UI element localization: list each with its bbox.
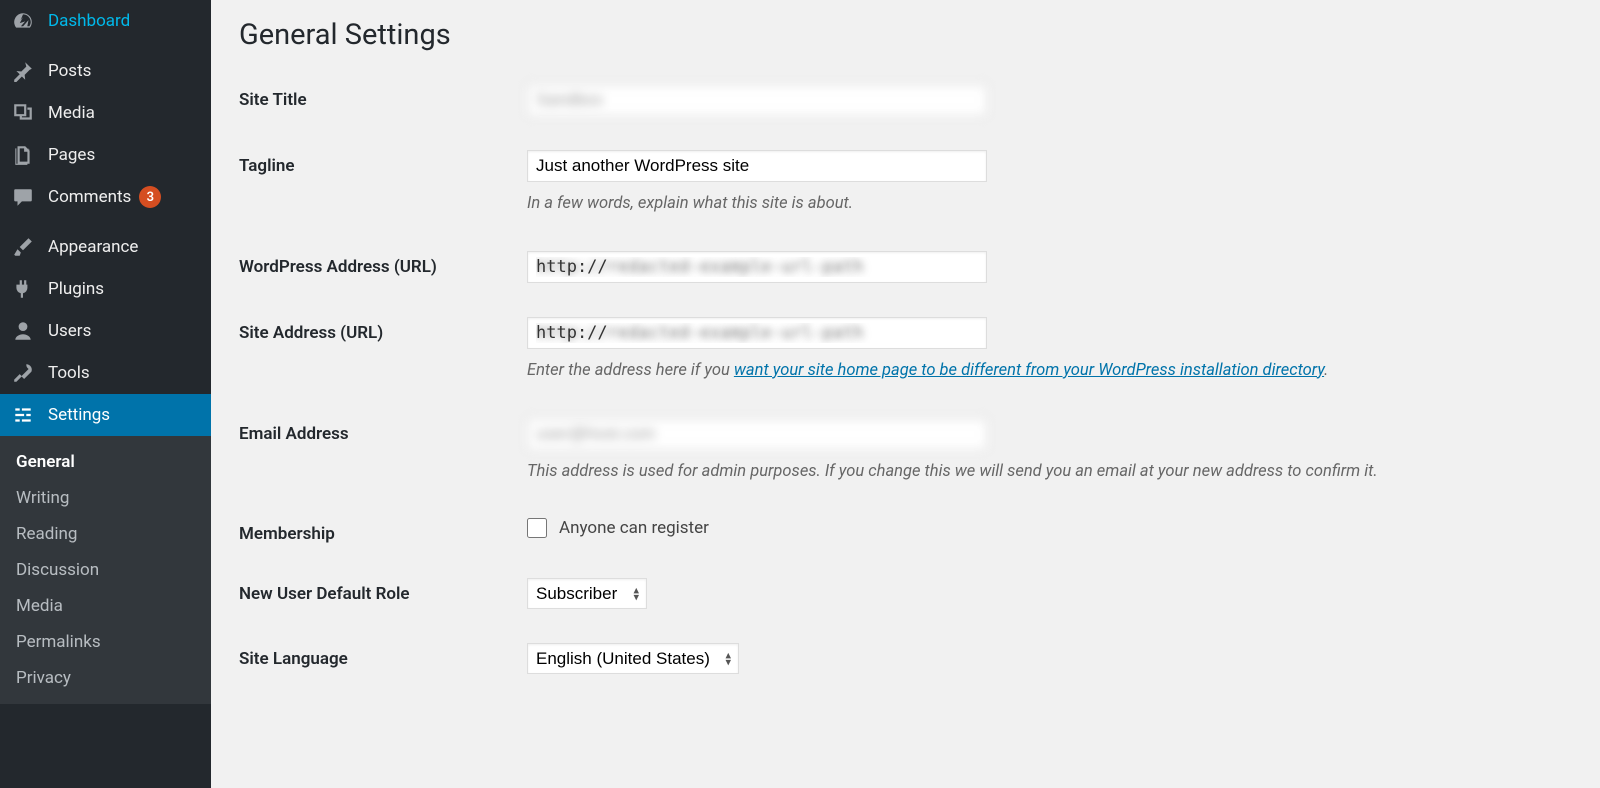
label-default-role: New User Default Role bbox=[239, 578, 527, 604]
row-site-title: Site Title Sandbox bbox=[239, 84, 1572, 116]
comment-icon bbox=[12, 186, 34, 208]
sidebar-item-plugins[interactable]: Plugins bbox=[0, 268, 211, 310]
sidebar-label: Posts bbox=[48, 61, 91, 81]
site-url-help: Enter the address here if you want your … bbox=[527, 359, 1572, 384]
label-tagline: Tagline bbox=[239, 150, 527, 176]
row-wp-url: WordPress Address (URL) http://http://re… bbox=[239, 251, 1572, 283]
settings-submenu: General Writing Reading Discussion Media… bbox=[0, 436, 211, 704]
plug-icon bbox=[12, 278, 34, 300]
page-title: General Settings bbox=[239, 18, 1572, 52]
email-input[interactable] bbox=[527, 418, 987, 450]
default-role-select[interactable]: Subscriber bbox=[527, 578, 647, 609]
wp-url-input[interactable] bbox=[527, 251, 987, 283]
submenu-item-permalinks[interactable]: Permalinks bbox=[0, 624, 211, 660]
wrench-icon bbox=[12, 362, 34, 384]
sidebar-item-pages[interactable]: Pages bbox=[0, 134, 211, 176]
sidebar-label: Appearance bbox=[48, 237, 138, 257]
row-site-url: Site Address (URL) http://http://redacte… bbox=[239, 317, 1572, 384]
label-site-language: Site Language bbox=[239, 643, 527, 669]
submenu-item-general[interactable]: General bbox=[0, 444, 211, 480]
row-site-language: Site Language English (United States) ▴▾ bbox=[239, 643, 1572, 674]
label-membership: Membership bbox=[239, 518, 527, 544]
sidebar-label: Media bbox=[48, 103, 95, 123]
pin-icon bbox=[12, 60, 34, 82]
user-icon bbox=[12, 320, 34, 342]
sidebar-label: Settings bbox=[48, 405, 110, 425]
label-site-title: Site Title bbox=[239, 84, 527, 110]
comments-badge: 3 bbox=[139, 186, 161, 208]
label-email: Email Address bbox=[239, 418, 527, 444]
sidebar-item-users[interactable]: Users bbox=[0, 310, 211, 352]
site-language-select[interactable]: English (United States) bbox=[527, 643, 739, 674]
row-email: Email Address user@host.com This address… bbox=[239, 418, 1572, 485]
site-url-input[interactable] bbox=[527, 317, 987, 349]
sidebar-item-settings[interactable]: Settings bbox=[0, 394, 211, 436]
label-site-url: Site Address (URL) bbox=[239, 317, 527, 343]
sidebar-item-appearance[interactable]: Appearance bbox=[0, 226, 211, 268]
submenu-item-media[interactable]: Media bbox=[0, 588, 211, 624]
site-title-input[interactable] bbox=[527, 84, 987, 116]
email-help: This address is used for admin purposes.… bbox=[527, 460, 1572, 485]
sidebar-label: Users bbox=[48, 321, 91, 341]
membership-checkbox-label[interactable]: Anyone can register bbox=[559, 518, 709, 538]
label-wp-url: WordPress Address (URL) bbox=[239, 251, 527, 277]
membership-checkbox[interactable] bbox=[527, 518, 547, 538]
sidebar-label: Tools bbox=[48, 363, 90, 383]
tagline-help: In a few words, explain what this site i… bbox=[527, 192, 1572, 217]
sidebar-item-dashboard[interactable]: Dashboard bbox=[0, 0, 211, 42]
sidebar-item-posts[interactable]: Posts bbox=[0, 50, 211, 92]
sidebar-item-tools[interactable]: Tools bbox=[0, 352, 211, 394]
sidebar-label: Plugins bbox=[48, 279, 104, 299]
sliders-icon bbox=[12, 404, 34, 426]
submenu-item-reading[interactable]: Reading bbox=[0, 516, 211, 552]
media-icon bbox=[12, 102, 34, 124]
sidebar-item-comments[interactable]: Comments 3 bbox=[0, 176, 211, 218]
main-content: General Settings Site Title Sandbox Tagl… bbox=[211, 0, 1600, 788]
site-url-help-link[interactable]: want your site home page to be different… bbox=[734, 361, 1324, 380]
submenu-item-writing[interactable]: Writing bbox=[0, 480, 211, 516]
tagline-input[interactable] bbox=[527, 150, 987, 182]
sidebar-label: Comments bbox=[48, 187, 131, 207]
dashboard-icon bbox=[12, 10, 34, 32]
sidebar-item-media[interactable]: Media bbox=[0, 92, 211, 134]
sidebar-label: Pages bbox=[48, 145, 95, 165]
pages-icon bbox=[12, 144, 34, 166]
brush-icon bbox=[12, 236, 34, 258]
sidebar-label: Dashboard bbox=[48, 11, 130, 31]
submenu-item-discussion[interactable]: Discussion bbox=[0, 552, 211, 588]
admin-sidebar: Dashboard Posts Media Pages Comments 3 A… bbox=[0, 0, 211, 788]
submenu-item-privacy[interactable]: Privacy bbox=[0, 660, 211, 696]
row-tagline: Tagline In a few words, explain what thi… bbox=[239, 150, 1572, 217]
row-default-role: New User Default Role Subscriber ▴▾ bbox=[239, 578, 1572, 609]
row-membership: Membership Anyone can register bbox=[239, 518, 1572, 544]
